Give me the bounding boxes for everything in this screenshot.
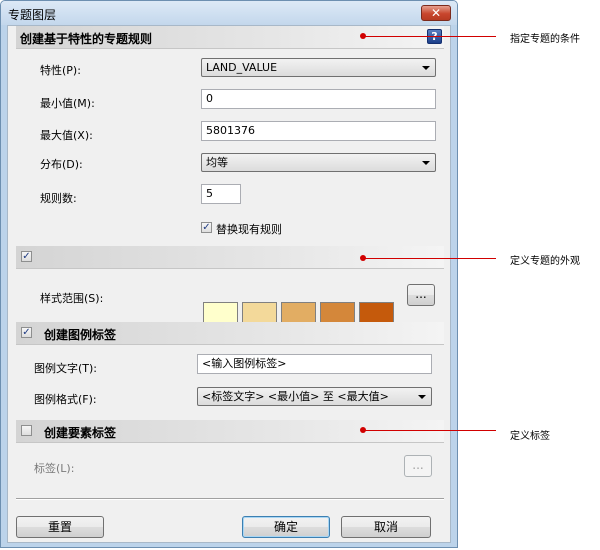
rule-count-label: 规则数: <box>40 192 77 205</box>
max-value-field[interactable]: 5801376 <box>201 121 436 141</box>
legend-text-label: 图例文字(T): <box>34 362 98 375</box>
legend-format-select[interactable]: <标签文字> <最小值> 至 <最大值> <box>197 387 432 406</box>
rule-count-field[interactable]: 5 <box>201 184 241 204</box>
rule-section-title: 创建基于特性的专题规则 <box>20 32 153 46</box>
replace-rules-checkbox[interactable]: ✓ <box>201 222 212 233</box>
legend-section-header: ✓ 创建图例标签 <box>16 322 444 345</box>
style-range-label: 样式范围(S): <box>40 292 104 305</box>
distribution-select[interactable]: 均等 <box>201 153 436 172</box>
thematic-layer-dialog: 专题图层 ✕ 创建基于特性的专题规则 ? 特性(P): LAND_VALUE 最… <box>0 0 458 548</box>
distribution-label: 分布(D): <box>40 158 83 171</box>
label-field-label: 标签(L): <box>34 462 75 475</box>
property-label: 特性(P): <box>40 64 81 77</box>
close-button[interactable]: ✕ <box>421 5 451 21</box>
legend-format-value: <标签文字> <最小值> 至 <最大值> <box>202 390 389 403</box>
property-select[interactable]: LAND_VALUE <box>201 58 436 77</box>
annotation-conditions: 指定专题的条件 <box>510 34 580 45</box>
chevron-down-icon <box>422 161 430 165</box>
legend-section-checkbox[interactable]: ✓ <box>21 327 32 338</box>
property-select-value: LAND_VALUE <box>206 61 278 74</box>
legend-section-title: 创建图例标签 <box>44 328 117 342</box>
reset-button[interactable]: 重置 <box>16 516 104 538</box>
ok-button[interactable]: 确定 <box>242 516 330 538</box>
chevron-down-icon <box>418 395 426 399</box>
title-bar[interactable]: 专题图层 ✕ <box>1 1 457 25</box>
chevron-down-icon <box>422 66 430 70</box>
annotation-line-3 <box>363 430 496 431</box>
footer-separator <box>16 498 444 500</box>
cancel-button[interactable]: 取消 <box>341 516 431 538</box>
legend-text-field[interactable]: <输入图例标签> <box>197 354 432 374</box>
min-value-label: 最小值(M): <box>40 97 95 110</box>
rule-section-header: 创建基于特性的专题规则 ? <box>16 26 444 49</box>
feature-label-section-checkbox[interactable] <box>21 425 32 436</box>
annotation-line-2 <box>363 258 496 259</box>
min-value-field[interactable]: 0 <box>201 89 436 109</box>
label-more-button[interactable]: ... <box>404 455 432 477</box>
window-title: 专题图层 <box>8 8 57 22</box>
legend-format-label: 图例格式(F): <box>34 393 97 406</box>
feature-label-section-header: 创建要素标签 <box>16 420 444 443</box>
annotation-appearance: 定义专题的外观 <box>510 256 580 267</box>
max-value-label: 最大值(X): <box>40 129 93 142</box>
feature-label-section-title: 创建要素标签 <box>44 426 117 440</box>
annotation-line-1 <box>363 36 496 37</box>
dialog-body: 创建基于特性的专题规则 ? 特性(P): LAND_VALUE 最小值(M): … <box>7 25 451 543</box>
distribution-select-value: 均等 <box>206 156 228 169</box>
annotation-labels: 定义标签 <box>510 431 550 442</box>
replace-rules-label: 替换现有规则 <box>216 223 282 236</box>
style-section-checkbox[interactable]: ✓ <box>21 251 32 262</box>
style-range-more-button[interactable]: ... <box>407 284 435 306</box>
